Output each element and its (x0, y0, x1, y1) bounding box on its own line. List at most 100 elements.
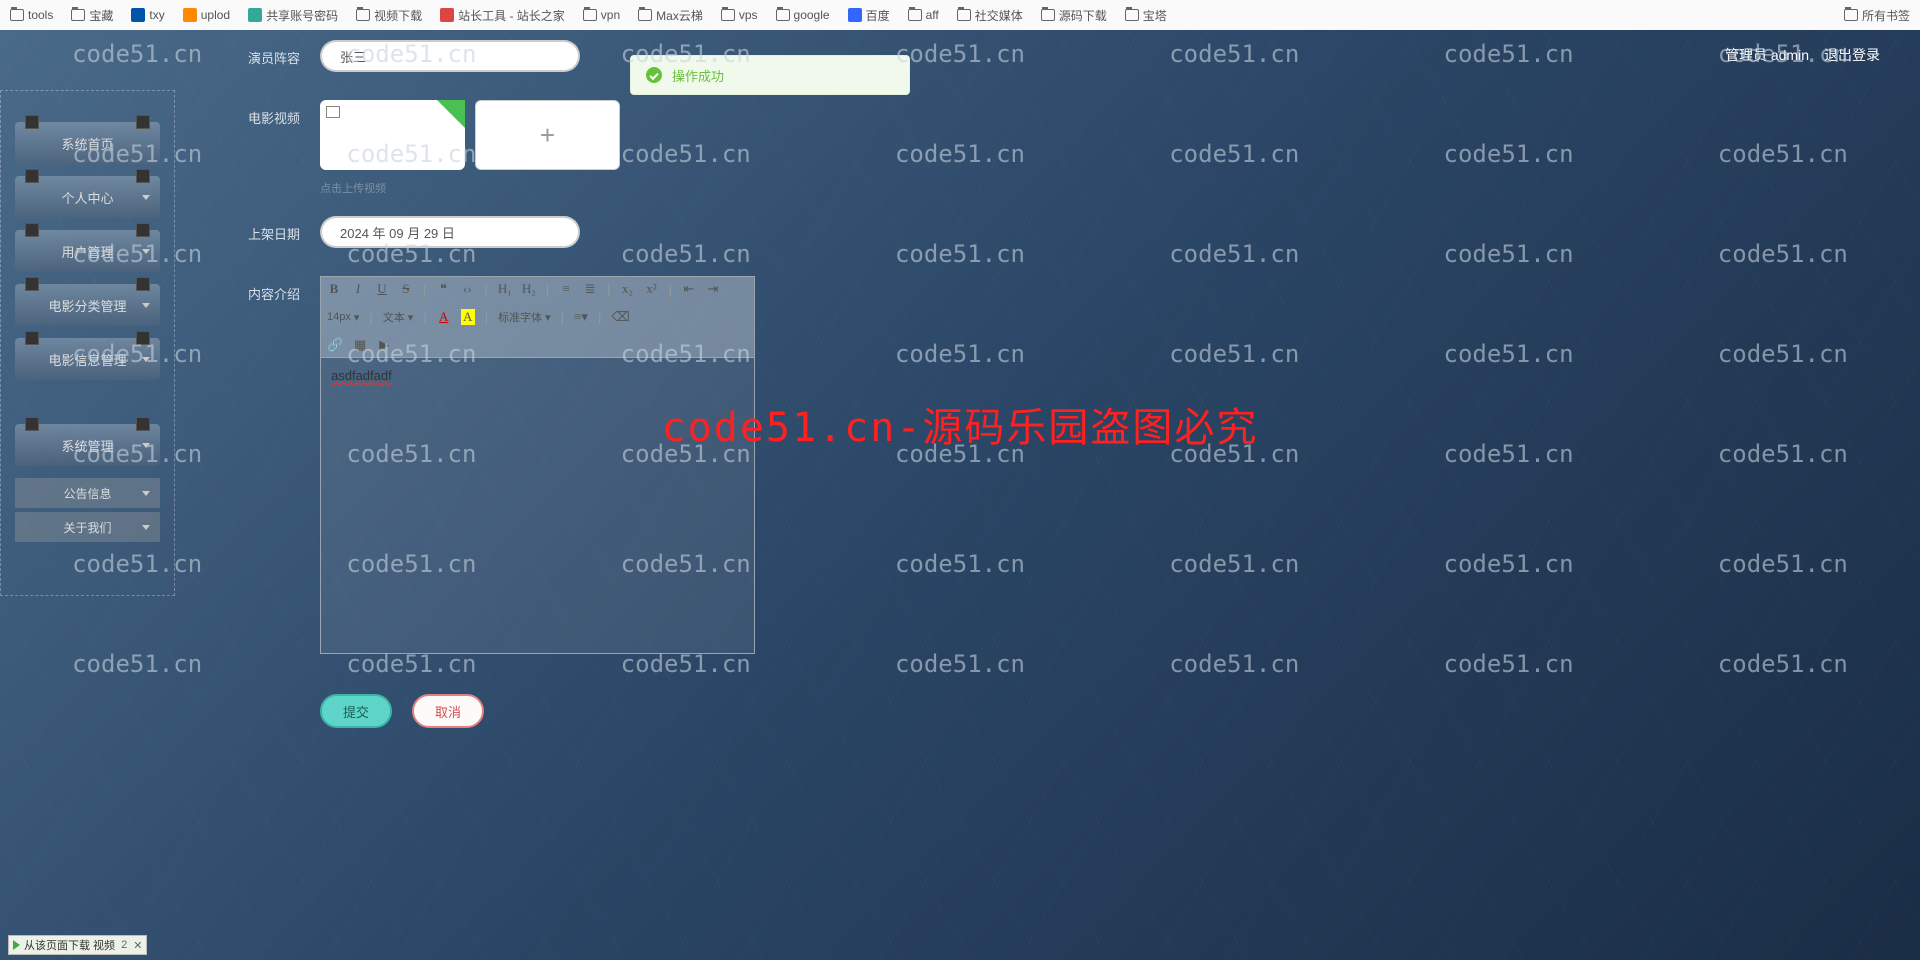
corner-decor-icon (25, 223, 39, 237)
image-insert-icon[interactable]: ▦ (353, 337, 367, 353)
bookmark-label: 所有书签 (1862, 7, 1910, 24)
separator-icon: | (546, 282, 549, 297)
indent-right-icon[interactable]: ⇥ (706, 281, 720, 297)
align-icon[interactable]: ≡▾ (574, 309, 588, 325)
chevron-down-icon (142, 443, 150, 448)
corner-decor-icon (25, 331, 39, 345)
bookmark-item[interactable]: tools (10, 8, 53, 22)
bookmark-item[interactable]: uplod (183, 8, 230, 22)
add-video-button[interactable]: + (475, 100, 620, 170)
app-container: 管理员 admin 退出登录 操作成功 系统首页个人中心用户管理电影分类管理电影… (0, 30, 1920, 960)
underline-icon[interactable]: U (375, 281, 389, 297)
date-input[interactable] (320, 216, 580, 248)
video-insert-icon[interactable]: ▶ (377, 337, 391, 353)
separator-icon: | (423, 310, 426, 325)
font-color-icon[interactable]: A (437, 309, 451, 325)
font-size-select[interactable]: 14px ▾ (327, 311, 359, 324)
bookmark-label: aff (926, 8, 939, 22)
cancel-button[interactable]: 取消 (412, 694, 484, 728)
sidebar-item[interactable]: 电影分类管理 (15, 284, 160, 326)
bookmark-item[interactable]: vpn (583, 8, 620, 22)
italic-icon[interactable]: I (351, 281, 365, 297)
check-circle-icon (646, 67, 662, 83)
video-thumbnail[interactable] (320, 100, 465, 170)
bookmark-label: 百度 (866, 7, 890, 24)
submit-button[interactable]: 提交 (320, 694, 392, 728)
ul-icon[interactable]: ≣ (583, 281, 597, 297)
close-icon[interactable]: ✕ (133, 939, 142, 952)
play-icon (13, 940, 20, 950)
bookmark-label: 站长工具 - 站长之家 (458, 7, 565, 24)
bookmark-item[interactable]: 共享账号密码 (248, 7, 338, 24)
clear-format-icon[interactable]: ⌫ (611, 309, 629, 325)
date-label: 上架日期 (220, 216, 300, 243)
bookmark-label: 宝藏 (89, 7, 113, 24)
video-label: 电影视频 (220, 100, 300, 127)
code-icon[interactable]: ‹› (460, 281, 474, 297)
indent-left-icon[interactable]: ⇤ (682, 281, 696, 297)
sidebar-subitem[interactable]: 公告信息 (15, 478, 160, 508)
font-style-select[interactable]: 文本 ▾ (383, 309, 414, 325)
separator-icon: | (485, 310, 488, 325)
corner-decor-icon (136, 277, 150, 291)
bookmark-item[interactable]: 站长工具 - 站长之家 (440, 7, 565, 24)
sidebar-item-label: 系统首页 (61, 134, 113, 153)
logout-link[interactable]: 退出登录 (1824, 45, 1880, 65)
browser-bookmark-bar: tools 宝藏 txy uplod 共享账号密码 视频下载 站长工具 - 站长之家 vpn M… (0, 0, 1920, 30)
sidebar-item-label: 用户管理 (61, 242, 113, 261)
bookmark-item[interactable]: 百度 (848, 7, 890, 24)
bookmark-item[interactable]: 宝塔 (1125, 7, 1167, 24)
h1-icon[interactable]: H₁ (498, 281, 512, 297)
sidebar-item[interactable]: 个人中心 (15, 176, 160, 218)
sidebar-item-system-mgmt[interactable]: 系统管理 (15, 424, 160, 466)
bg-color-icon[interactable]: A (461, 309, 475, 325)
top-header: 管理员 admin 退出登录 (0, 30, 1920, 80)
folder-icon (721, 9, 735, 21)
sidebar-item[interactable]: 电影信息管理 (15, 338, 160, 380)
sidebar-item[interactable]: 系统首页 (15, 122, 160, 164)
bold-icon[interactable]: B (327, 281, 341, 297)
ol-icon[interactable]: ≡ (559, 281, 573, 297)
bookmark-item[interactable]: 所有书签 (1844, 7, 1910, 24)
separator-icon: | (669, 282, 672, 297)
bookmark-item[interactable]: aff (908, 8, 939, 22)
bookmarks-left: tools 宝藏 txy uplod 共享账号密码 视频下载 站长工具 - 站长之家 vpn M… (10, 7, 1167, 24)
h2-icon[interactable]: H₂ (522, 281, 536, 297)
bookmark-item[interactable]: vps (721, 8, 758, 22)
bookmark-item[interactable]: 宝藏 (71, 7, 113, 24)
form-row-video: 电影视频 + (220, 100, 1890, 170)
separator-icon: | (598, 310, 601, 325)
app-icon (848, 8, 862, 22)
bookmark-item[interactable]: Max云梯 (638, 7, 703, 24)
sidebar-item-label: 关于我们 (63, 519, 111, 536)
download-bar[interactable]: 从该页面下载 视频 2 ✕ (8, 935, 147, 955)
folder-icon (1125, 9, 1139, 21)
bookmark-item[interactable]: 视频下载 (356, 7, 422, 24)
bookmark-label: 视频下载 (374, 7, 422, 24)
admin-label[interactable]: 管理员 admin (1725, 45, 1809, 65)
bookmark-item[interactable]: 源码下载 (1041, 7, 1107, 24)
link-icon[interactable]: 🔗 (327, 337, 343, 353)
bookmark-label: 源码下载 (1059, 7, 1107, 24)
bookmark-item[interactable]: 社交媒体 (957, 7, 1023, 24)
superscript-icon[interactable]: x² (645, 281, 659, 297)
sidebar-item-label: 电影分类管理 (48, 296, 126, 315)
sidebar-subitem[interactable]: 关于我们 (15, 512, 160, 542)
corner-decor-icon (25, 169, 39, 183)
sidebar-item-label: 电影信息管理 (48, 350, 126, 369)
form-row-date: 上架日期 (220, 216, 1890, 248)
bookmark-label: Max云梯 (656, 7, 703, 24)
strike-icon[interactable]: S (399, 281, 413, 297)
bookmark-item[interactable]: txy (131, 8, 164, 22)
bookmark-label: tools (28, 8, 53, 22)
sidebar-item[interactable]: 用户管理 (15, 230, 160, 272)
subscript-icon[interactable]: x₂ (621, 281, 635, 297)
quote-icon[interactable]: ❝ (436, 281, 450, 297)
font-family-select[interactable]: 标准字体 ▾ (498, 309, 551, 325)
bookmark-item[interactable]: google (776, 8, 830, 22)
corner-decor-icon (136, 115, 150, 129)
upload-success-corner-icon (437, 100, 465, 128)
editor-content-area[interactable]: asdfadfadf (321, 358, 754, 653)
image-icon (326, 106, 340, 118)
separator-icon: | (561, 310, 564, 325)
